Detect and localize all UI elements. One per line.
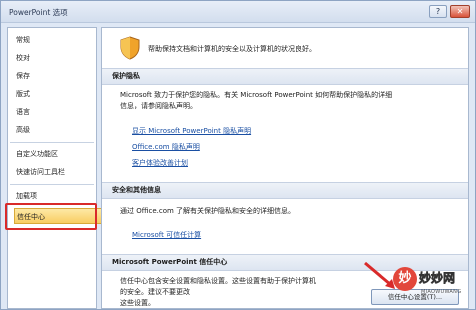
link-trustworthy-computing[interactable]: Microsoft 可信任计算 [132,230,201,240]
security-text: 通过 Office.com 了解有关保护隐私和安全的详细信息。 [120,207,296,215]
privacy-text-line: 信息，请参阅隐私声明。 [120,102,197,110]
security-heading: 安全和其他信息 [102,182,468,199]
window-title: PowerPoint 选项 [9,8,68,17]
options-sidebar: 常规 校对 保存 版式 语言 高级 自定义功能区 快速访问工具栏 加载项 信任中… [7,27,102,309]
sidebar-item-advanced[interactable]: 高级 [14,122,94,138]
sidebar-item-quick-access-toolbar[interactable]: 快速访问工具栏 [14,164,94,180]
help-button[interactable]: ? [429,5,447,18]
intro-text: 帮助保持文档和计算机的安全以及计算机的状况良好。 [148,45,316,53]
options-dialog: PowerPoint 选项 ? ✕ 常规 校对 保存 版式 语言 高级 自定义功… [0,0,476,310]
trust-center-highlight [5,203,97,230]
link-office-privacy-statement[interactable]: Office.com 隐私声明 [132,142,200,152]
link-powerpoint-privacy-statement[interactable]: 显示 Microsoft PowerPoint 隐私声明 [132,126,251,136]
sidebar-item-layout[interactable]: 版式 [14,86,94,102]
intro-row: 帮助保持文档和计算机的安全以及计算机的状况良好。 [120,34,460,62]
privacy-text: Microsoft 致力于保护您的隐私。有关 Microsoft PowerPo… [120,90,460,112]
watermark-text: 妙妙网 [419,271,456,286]
sidebar-item-addins[interactable]: 加载项 [14,188,94,204]
sidebar-item-proofing[interactable]: 校对 [14,50,94,66]
sidebar-item-language[interactable]: 语言 [14,104,94,120]
close-button[interactable]: ✕ [450,5,470,18]
watermark-logo: 妙 妙妙网 MIAOWUWANG [393,263,476,307]
sidebar-item-customize-ribbon[interactable]: 自定义功能区 [14,146,94,162]
watermark-badge: 妙 [393,267,417,291]
sidebar-item-save[interactable]: 保存 [14,68,94,84]
sidebar-item-general[interactable]: 常规 [14,32,94,48]
privacy-heading: 保护隐私 [102,68,468,85]
sidebar-divider [10,142,94,143]
shield-icon [120,36,140,60]
watermark-subtext: MIAOWUWANG [421,289,462,295]
privacy-text-line: Microsoft 致力于保护您的隐私。有关 Microsoft PowerPo… [120,91,393,99]
title-bar: PowerPoint 选项 ? ✕ [1,1,475,23]
sidebar-divider [10,184,94,185]
link-customer-experience-program[interactable]: 客户体验改善计划 [132,158,188,168]
